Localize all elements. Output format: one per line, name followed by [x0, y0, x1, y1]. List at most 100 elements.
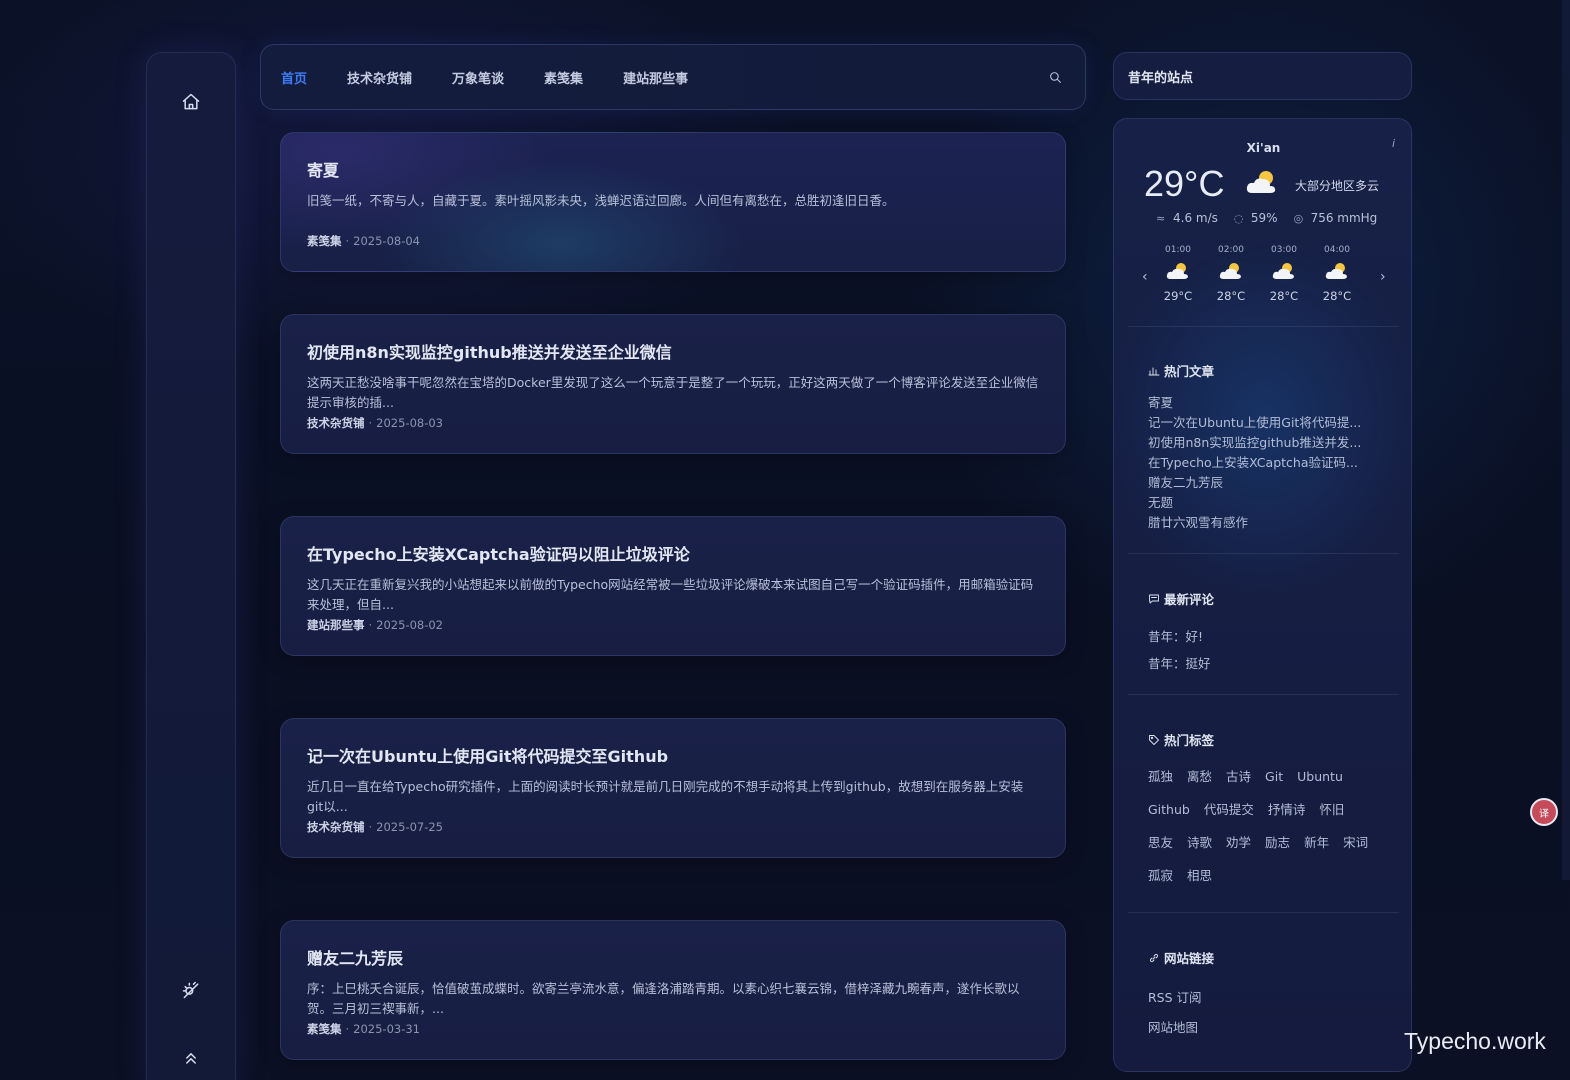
weather-description: 大部分地区多云: [1295, 179, 1380, 193]
comment-item[interactable]: 昔年：挺好: [1148, 650, 1388, 677]
nav-item-notes[interactable]: 万象笔谈: [452, 68, 504, 87]
nav-item-home[interactable]: 首页: [281, 68, 307, 87]
post-category[interactable]: 建站那些事: [307, 618, 365, 632]
pressure-stat: ◎ 756 mmHg: [1294, 211, 1378, 225]
forecast-time: 01:00: [1165, 245, 1191, 255]
scrollbar[interactable]: [1562, 0, 1570, 880]
post-excerpt: 近几日一直在给Typecho研究插件，上面的阅读时长预计就是前几日刚完成的不想手…: [307, 779, 1024, 814]
list-item[interactable]: 无题: [1148, 493, 1388, 513]
list-item[interactable]: 寄夏: [1148, 393, 1388, 413]
post-date: 2025-08-02: [376, 618, 443, 632]
comment-icon: [1149, 594, 1159, 603]
rss-link[interactable]: RSS 订阅: [1148, 983, 1388, 1013]
tag-cloud: 孤独 离愁 古诗 Git Ubuntu Github 代码提交 抒情诗 怀旧 思…: [1148, 763, 1388, 895]
info-icon[interactable]: i: [1392, 137, 1395, 150]
home-button[interactable]: [147, 87, 235, 117]
post-excerpt: 这几天正在重新复兴我的小站想起来以前做的Typecho网站经常被一些垃圾评论爆破…: [307, 577, 1034, 612]
search-button[interactable]: [1045, 67, 1065, 87]
post-excerpt: 这两天正愁没啥事干呢忽然在宝塔的Docker里发现了这么一个玩意于是整了一个玩玩…: [307, 375, 1039, 410]
sidebar-panel: Xi'an i 29°C 大部分地区多云 ≈4.6 m/s ◌ 59% ◎ 756 …: [1113, 118, 1412, 1072]
divider: [1128, 326, 1399, 327]
forecast-hour: 01:00 29°C: [1158, 245, 1198, 303]
forecast-next-button[interactable]: ›: [1380, 269, 1386, 285]
tag-item[interactable]: 孤独: [1148, 763, 1173, 796]
forecast-hour: 02:00 28°C: [1211, 245, 1251, 303]
post-card[interactable]: 赠友二九芳辰 序：上巳桃夭合诞辰，恰值破茧成蝶时。欲寄兰亭流水意，偏逢洛浦踏青期…: [280, 920, 1066, 1060]
humidity-value: 59%: [1250, 211, 1278, 225]
divider: [1128, 694, 1399, 695]
nav-item-tech[interactable]: 技术杂货铺: [347, 68, 412, 87]
double-chevron-up-icon: [186, 1053, 196, 1064]
post-category[interactable]: 技术杂货铺: [307, 820, 365, 834]
divider: [1128, 553, 1399, 554]
weather-city: Xi'an: [1246, 141, 1281, 155]
tag-item[interactable]: 怀旧: [1319, 796, 1344, 829]
forecast-time: 03:00: [1271, 245, 1297, 255]
tag-item[interactable]: 古诗: [1226, 763, 1251, 796]
list-item[interactable]: 初使用n8n实现监控github推送并发...: [1148, 433, 1388, 453]
page: 首页 技术杂货铺 万象笔谈 素笺集 建站那些事 寄夏 旧笺一纸，不寄与人，自藏于…: [0, 0, 1570, 1080]
search-icon: [1049, 71, 1061, 83]
tag-item[interactable]: 诗歌: [1187, 829, 1212, 862]
theme-toggle-button[interactable]: [147, 975, 235, 1005]
list-item[interactable]: 在Typecho上安装XCaptcha验证码...: [1148, 453, 1388, 473]
list-item[interactable]: 赠友二九芳辰: [1148, 473, 1388, 493]
post-category[interactable]: 素笺集: [307, 1022, 342, 1036]
tag-item[interactable]: Git: [1265, 763, 1283, 796]
hot-tags-title: 热门标签: [1164, 733, 1215, 748]
recent-comments-list: 昔年：好! 昔年：挺好: [1148, 623, 1388, 677]
tag-item[interactable]: 抒情诗: [1268, 796, 1306, 829]
forecast-time: 02:00: [1218, 245, 1244, 255]
post-card[interactable]: 记一次在Ubuntu上使用Git将代码提交至Github 近几日一直在给Type…: [280, 718, 1066, 858]
forecast-prev-button[interactable]: ‹: [1142, 269, 1148, 285]
forecast-temp: 28°C: [1216, 289, 1246, 303]
list-item[interactable]: 记一次在Ubuntu上使用Git将代码提...: [1148, 413, 1388, 433]
post-title[interactable]: 赠友二九芳辰: [307, 945, 1039, 969]
tag-item[interactable]: 宋词: [1343, 829, 1368, 862]
post-card[interactable]: 初使用n8n实现监控github推送并发送至企业微信 这两天正愁没啥事干呢忽然在…: [280, 314, 1066, 454]
list-item[interactable]: 腊廿六观雪有感作: [1148, 513, 1388, 533]
left-rail: [146, 52, 236, 1080]
post-date: 2025-08-04: [353, 234, 420, 248]
watermark: Typecho.work: [1404, 1028, 1546, 1054]
post-title[interactable]: 初使用n8n实现监控github推送并发送至企业微信: [307, 339, 1039, 363]
tag-item[interactable]: 代码提交: [1204, 796, 1254, 829]
post-title[interactable]: 寄夏: [307, 157, 1039, 181]
top-navigation: 首页 技术杂货铺 万象笔谈 素笺集 建站那些事: [260, 44, 1086, 110]
post-meta: 素笺集 · 2025-08-04: [307, 233, 420, 249]
post-card[interactable]: 在Typecho上安装XCaptcha验证码以阻止垃圾评论 这几天正在重新复兴我…: [280, 516, 1066, 656]
post-category[interactable]: 素笺集: [307, 234, 342, 248]
tag-item[interactable]: 离愁: [1187, 763, 1212, 796]
post-meta: 建站那些事 · 2025-08-02: [307, 617, 443, 633]
tag-icon: [1149, 734, 1159, 745]
recent-comments-title: 最新评论: [1164, 592, 1215, 607]
nav-item-site-building[interactable]: 建站那些事: [623, 68, 688, 87]
post-title[interactable]: 记一次在Ubuntu上使用Git将代码提交至Github: [307, 743, 1039, 767]
post-category[interactable]: 技术杂货铺: [307, 416, 365, 430]
tag-item[interactable]: 相思: [1187, 862, 1212, 895]
post-excerpt: 序：上巳桃夭合诞辰，恰值破茧成蝶时。欲寄兰亭流水意，偏逢洛浦踏青期。以素心织七襄…: [307, 981, 1020, 1016]
tag-item[interactable]: 新年: [1304, 829, 1329, 862]
tag-item[interactable]: 孤寂: [1148, 862, 1173, 895]
hot-tags-heading: 热门标签: [1148, 730, 1214, 749]
comment-item[interactable]: 昔年：好!: [1148, 623, 1388, 650]
tag-item[interactable]: 思友: [1148, 829, 1173, 862]
translate-button[interactable]: 译: [1530, 798, 1558, 826]
tag-item[interactable]: Github: [1148, 796, 1190, 829]
hot-posts-heading: 热门文章: [1148, 361, 1214, 380]
tag-item[interactable]: 劝学: [1226, 829, 1251, 862]
post-title[interactable]: 在Typecho上安装XCaptcha验证码以阻止垃圾评论: [307, 541, 1039, 565]
gauge-icon: ◎: [1293, 212, 1304, 225]
back-to-top-button[interactable]: [147, 1043, 235, 1073]
site-links-title: 网站链接: [1164, 951, 1215, 966]
post-card[interactable]: 寄夏 旧笺一纸，不寄与人，自藏于夏。素叶摇风影未央，浅蝉迟语过回廊。人间但有离愁…: [280, 132, 1066, 272]
wind-value: 4.6 m/s: [1173, 211, 1218, 225]
nav-item-poems[interactable]: 素笺集: [544, 68, 583, 87]
sitemap-link[interactable]: 网站地图: [1148, 1013, 1388, 1043]
partly-cloudy-icon: [1246, 171, 1276, 193]
tag-item[interactable]: 励志: [1265, 829, 1290, 862]
tag-item[interactable]: Ubuntu: [1297, 763, 1343, 796]
hot-posts-list: 寄夏 记一次在Ubuntu上使用Git将代码提... 初使用n8n实现监控git…: [1148, 393, 1388, 533]
hot-posts-title: 热门文章: [1164, 364, 1215, 379]
humidity-stat: ◌ 59%: [1234, 211, 1278, 225]
